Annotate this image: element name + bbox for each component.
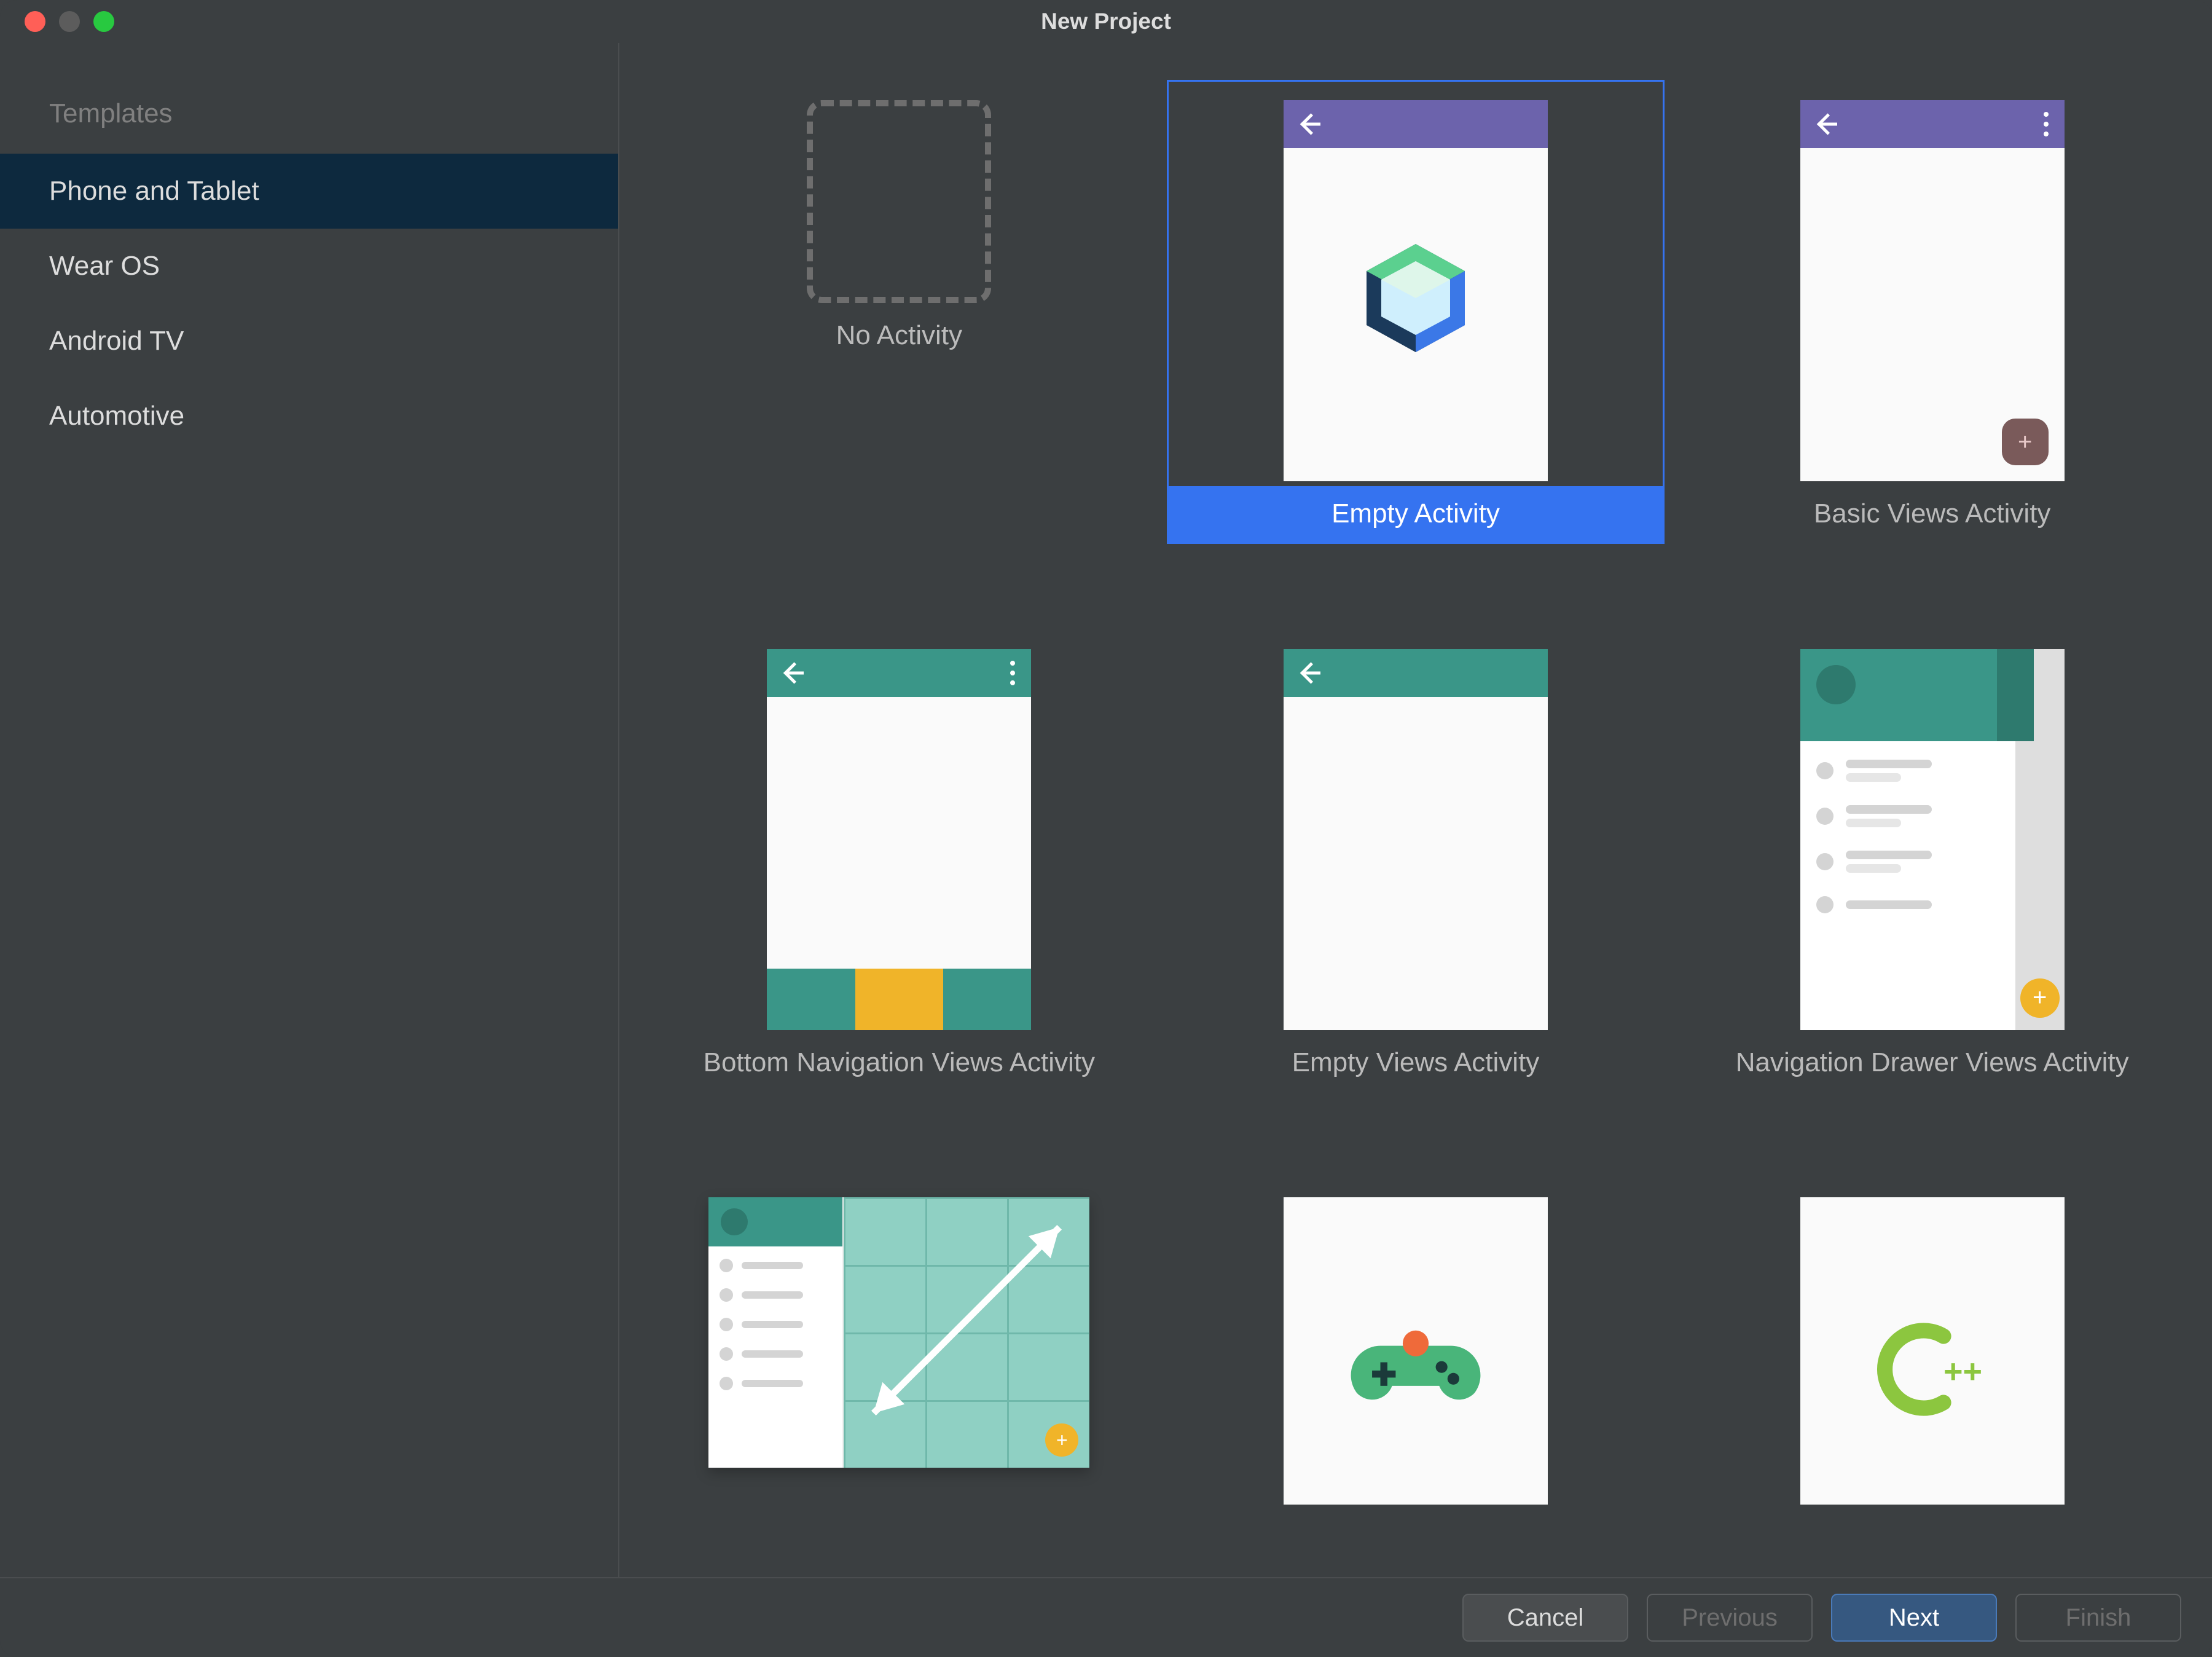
sidebar: Templates Phone and Tablet Wear OS Andro… xyxy=(0,43,619,1577)
mock-appbar xyxy=(767,649,1031,697)
mock-appbar xyxy=(1284,100,1548,148)
template-thumbnail: + xyxy=(1683,80,2181,486)
svg-text:++: ++ xyxy=(1943,1353,1982,1390)
kebab-icon xyxy=(1010,661,1015,685)
button-label: Next xyxy=(1889,1604,1939,1632)
finish-button: Finish xyxy=(2015,1594,2181,1642)
fab-icon: + xyxy=(2020,978,2060,1018)
sidebar-item-label: Android TV xyxy=(49,326,184,356)
next-button[interactable]: Next xyxy=(1831,1594,1997,1642)
template-thumbnail xyxy=(650,80,1148,308)
window-controls xyxy=(25,11,114,32)
back-arrow-icon xyxy=(1816,113,1838,135)
mock-drawer xyxy=(1800,649,2015,1030)
minimize-icon[interactable] xyxy=(59,11,80,32)
template-thumbnail xyxy=(650,629,1148,1035)
template-thumbnail: + xyxy=(1683,629,2181,1035)
sidebar-item-label: Wear OS xyxy=(49,251,160,281)
template-responsive-views-activity[interactable]: + xyxy=(650,1177,1148,1577)
template-thumbnail xyxy=(1167,629,1665,1035)
template-no-activity[interactable]: No Activity xyxy=(650,80,1148,616)
mock-appbar xyxy=(1284,649,1548,697)
back-arrow-icon xyxy=(1300,113,1322,135)
template-game-activity[interactable] xyxy=(1167,1177,1665,1577)
dialog-body: Templates Phone and Tablet Wear OS Andro… xyxy=(0,43,2212,1577)
template-thumbnail: + xyxy=(650,1177,1148,1468)
mock-list-pane xyxy=(708,1197,844,1468)
kebab-icon xyxy=(2044,112,2049,136)
template-thumbnail: ++ xyxy=(1683,1177,2181,1505)
mock-bottom-nav xyxy=(767,969,1031,1030)
mock-detail-pane: + xyxy=(844,1197,1089,1468)
template-label: Empty Activity xyxy=(1167,486,1665,544)
maximize-icon[interactable] xyxy=(93,11,114,32)
template-label: No Activity xyxy=(650,308,1148,366)
back-arrow-icon xyxy=(783,662,805,684)
template-label: Basic Views Activity xyxy=(1683,486,2181,544)
sidebar-item-wear-os[interactable]: Wear OS xyxy=(0,229,618,304)
sidebar-item-label: Phone and Tablet xyxy=(49,176,259,206)
sidebar-item-label: Automotive xyxy=(49,401,184,431)
sidebar-item-automotive[interactable]: Automotive xyxy=(0,379,618,454)
template-bottom-navigation-views-activity[interactable]: Bottom Navigation Views Activity xyxy=(650,629,1148,1165)
dashed-placeholder-icon xyxy=(807,100,991,303)
sidebar-item-android-tv[interactable]: Android TV xyxy=(0,304,618,379)
kebab-icon xyxy=(1997,649,2034,741)
close-icon[interactable] xyxy=(25,11,45,32)
fab-icon: + xyxy=(2002,419,2049,465)
template-thumbnail xyxy=(1167,1177,1665,1505)
template-gallery: No Activity xyxy=(619,43,2212,1577)
template-native-cpp[interactable]: ++ xyxy=(1683,1177,2181,1577)
avatar-icon xyxy=(721,1208,748,1235)
template-label: Bottom Navigation Views Activity xyxy=(650,1035,1148,1093)
template-empty-activity[interactable]: Empty Activity xyxy=(1167,80,1665,616)
window-title: New Project xyxy=(1041,9,1171,34)
template-empty-views-activity[interactable]: Empty Views Activity xyxy=(1167,629,1665,1165)
game-controller-icon xyxy=(1345,1320,1486,1419)
button-label: Previous xyxy=(1682,1604,1778,1632)
template-label: Empty Views Activity xyxy=(1167,1035,1665,1093)
dialog-footer: Cancel Previous Next Finish xyxy=(0,1577,2212,1657)
mock-appbar xyxy=(1800,100,2065,148)
cancel-button[interactable]: Cancel xyxy=(1462,1594,1628,1642)
button-label: Finish xyxy=(2066,1604,2132,1632)
sidebar-heading: Templates xyxy=(0,80,618,154)
template-thumbnail xyxy=(1167,80,1665,486)
avatar-icon xyxy=(1816,665,1856,704)
compose-logo-icon xyxy=(1354,237,1477,360)
template-basic-views-activity[interactable]: + Basic Views Activity xyxy=(1683,80,2181,616)
previous-button: Previous xyxy=(1647,1594,1813,1642)
titlebar: New Project xyxy=(0,0,2212,43)
template-label: Navigation Drawer Views Activity xyxy=(1683,1035,2181,1093)
cpp-icon: ++ xyxy=(1862,1314,2003,1425)
back-arrow-icon xyxy=(1300,662,1322,684)
button-label: Cancel xyxy=(1507,1604,1584,1632)
sidebar-item-phone-and-tablet[interactable]: Phone and Tablet xyxy=(0,154,618,229)
new-project-window: New Project Templates Phone and Tablet W… xyxy=(0,0,2212,1657)
template-navigation-drawer-views-activity[interactable]: + Navigation Drawer Views Activity xyxy=(1683,629,2181,1165)
